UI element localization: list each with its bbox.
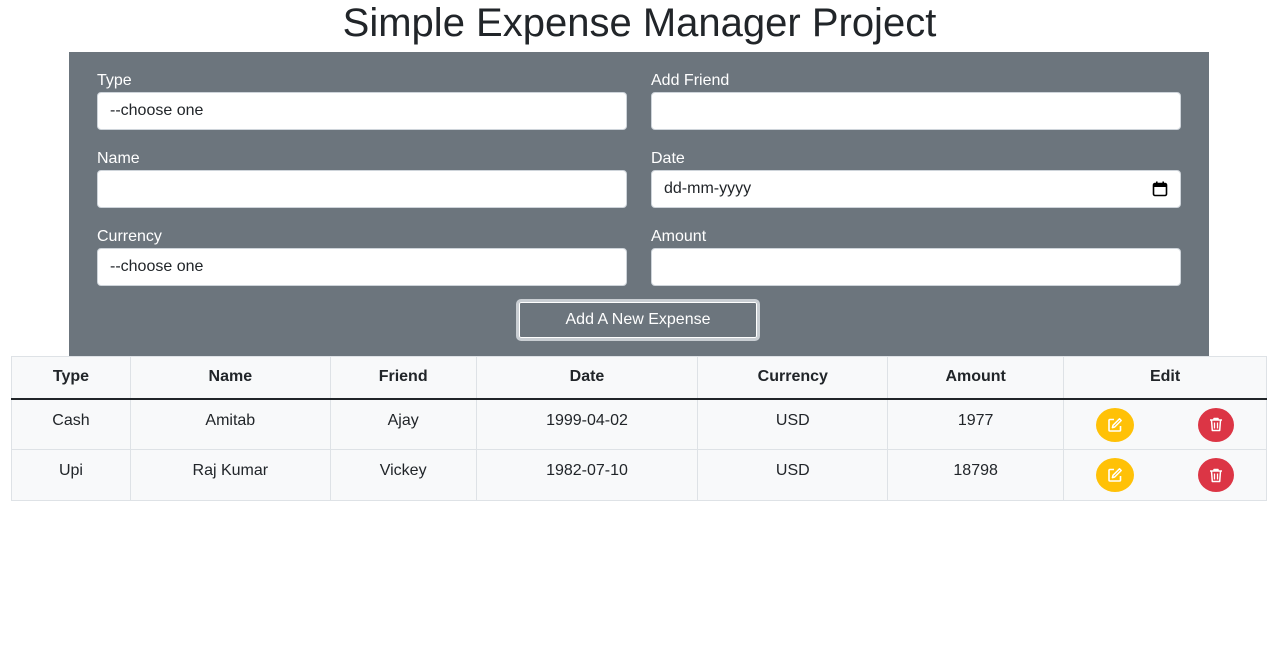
trash-icon: [1210, 468, 1223, 482]
trash-icon: [1210, 417, 1223, 432]
cell-name: Raj Kumar: [129, 449, 331, 501]
table-row: Upi Raj Kumar Vickey 1982-07-10 USD 1879…: [11, 449, 1267, 501]
header-friend: Friend: [329, 356, 477, 400]
amount-label: Amount: [651, 228, 707, 245]
currency-field: Currency --choose one: [97, 228, 627, 286]
edit-button[interactable]: [1096, 407, 1135, 442]
header-name: Name: [129, 356, 331, 400]
cell-currency: USD: [697, 449, 889, 501]
cell-amount: 1977: [887, 398, 1065, 450]
header-edit: Edit: [1063, 356, 1267, 400]
cell-actions: [1063, 449, 1267, 501]
type-label: Type: [97, 72, 132, 89]
calendar-icon[interactable]: [1152, 181, 1168, 197]
header-amount: Amount: [887, 356, 1065, 400]
cell-date: 1999-04-02: [475, 398, 699, 450]
edit-button[interactable]: [1096, 458, 1135, 492]
delete-button[interactable]: [1198, 458, 1235, 492]
expense-table: Type Name Friend Date Currency Amount Ed…: [11, 356, 1267, 501]
currency-select-value: --choose one: [110, 258, 204, 275]
cell-currency: USD: [697, 398, 889, 450]
type-field: Type --choose one: [97, 72, 627, 130]
edit-icon: [1108, 417, 1123, 432]
page-title: Simple Expense Manager Project: [342, 1, 937, 45]
header-date: Date: [475, 356, 699, 400]
amount-field: Amount: [651, 228, 1181, 286]
date-value: dd-mm-yyyy: [664, 180, 752, 197]
cell-amount: 18798: [887, 449, 1065, 501]
date-label: Date: [651, 150, 685, 167]
date-input[interactable]: dd-mm-yyyy: [651, 170, 1181, 208]
type-select-value: --choose one: [110, 102, 204, 119]
date-field: Date dd-mm-yyyy: [651, 150, 1181, 208]
cell-name: Amitab: [129, 398, 331, 450]
edit-icon: [1108, 468, 1123, 482]
cell-type: Upi: [11, 449, 131, 501]
type-select[interactable]: --choose one: [97, 92, 627, 130]
expense-table-wrap: Type Name Friend Date Currency Amount Ed…: [11, 356, 1267, 501]
add-friend-field: Add Friend: [651, 72, 1181, 130]
name-field: Name: [97, 150, 627, 208]
add-friend-label: Add Friend: [651, 72, 730, 89]
table-row: Cash Amitab Ajay 1999-04-02 USD 1977: [11, 398, 1267, 450]
add-friend-input[interactable]: [651, 92, 1181, 130]
cell-actions: [1063, 398, 1267, 450]
table-header-row: Type Name Friend Date Currency Amount Ed…: [11, 356, 1267, 400]
delete-button[interactable]: [1198, 407, 1235, 442]
amount-input[interactable]: [651, 248, 1181, 286]
header-currency: Currency: [697, 356, 889, 400]
cell-friend: Ajay: [329, 398, 477, 450]
currency-select[interactable]: --choose one: [97, 248, 627, 286]
cell-date: 1982-07-10: [475, 449, 699, 501]
expense-form: Type --choose one Add Friend Name Date d…: [69, 52, 1209, 356]
name-label: Name: [97, 150, 140, 167]
add-expense-button[interactable]: Add A New Expense: [516, 299, 760, 341]
currency-label: Currency: [97, 228, 162, 245]
name-input[interactable]: [97, 170, 627, 208]
header-type: Type: [11, 356, 131, 400]
cell-friend: Vickey: [329, 449, 477, 501]
cell-type: Cash: [11, 398, 131, 450]
